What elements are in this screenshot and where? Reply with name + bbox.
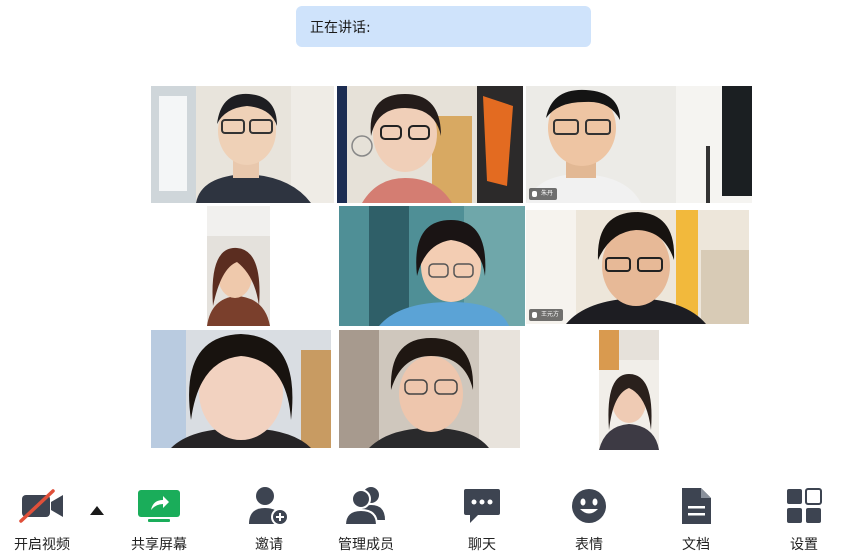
video-off-icon xyxy=(19,486,65,526)
invite-button[interactable]: 邀请 xyxy=(229,486,309,556)
share-screen-label: 共享屏幕 xyxy=(131,537,187,553)
members-icon xyxy=(343,486,389,526)
documents-label: 文档 xyxy=(682,537,710,553)
emoji-button[interactable]: 表情 xyxy=(549,486,629,556)
start-video-label: 开启视频 xyxy=(14,537,70,553)
participant-avatar xyxy=(339,206,525,326)
share-screen-button[interactable]: 共享屏幕 xyxy=(119,486,199,556)
participant-video-4[interactable] xyxy=(207,206,270,326)
settings-button[interactable]: 设置 xyxy=(764,486,844,556)
share-screen-icon xyxy=(136,486,182,526)
participant-avatar xyxy=(151,86,334,203)
add-person-icon xyxy=(246,486,292,526)
participant-video-7[interactable] xyxy=(151,330,331,448)
participant-avatar xyxy=(526,210,749,324)
participant-avatar xyxy=(526,86,752,203)
participant-video-9[interactable] xyxy=(599,330,659,450)
participant-video-2[interactable] xyxy=(337,86,523,203)
video-options-caret-icon[interactable] xyxy=(90,506,104,515)
invite-label: 邀请 xyxy=(255,537,283,553)
documents-button[interactable]: 文档 xyxy=(656,486,736,556)
participant-video-1[interactable] xyxy=(151,86,334,203)
participant-video-3[interactable]: 朱丹 xyxy=(526,86,752,203)
participant-avatar xyxy=(339,330,520,448)
chat-icon xyxy=(459,486,505,526)
participant-name-tag: 朱丹 xyxy=(529,188,558,200)
participant-avatar xyxy=(151,330,331,448)
chat-label: 聊天 xyxy=(468,537,496,553)
speaking-indicator: 正在讲话: xyxy=(296,6,591,47)
settings-label: 设置 xyxy=(790,537,818,553)
chat-button[interactable]: 聊天 xyxy=(442,486,522,556)
emoji-label: 表情 xyxy=(575,537,603,553)
start-video-button[interactable]: 开启视频 xyxy=(2,486,82,556)
settings-icon xyxy=(781,486,827,526)
emoji-icon xyxy=(566,486,612,526)
participant-name-tag: 王元方 xyxy=(529,309,564,321)
manage-members-label: 管理成员 xyxy=(338,537,394,553)
participant-avatar xyxy=(337,86,523,203)
speaking-label: 正在讲话: xyxy=(310,19,371,36)
participant-video-5[interactable] xyxy=(339,206,525,326)
document-icon xyxy=(673,486,719,526)
participant-avatar xyxy=(207,206,270,326)
participant-video-8[interactable] xyxy=(339,330,520,448)
participant-video-6[interactable]: 王元方 xyxy=(526,210,749,324)
manage-members-button[interactable]: 管理成员 xyxy=(326,486,406,556)
participant-avatar xyxy=(599,330,659,450)
